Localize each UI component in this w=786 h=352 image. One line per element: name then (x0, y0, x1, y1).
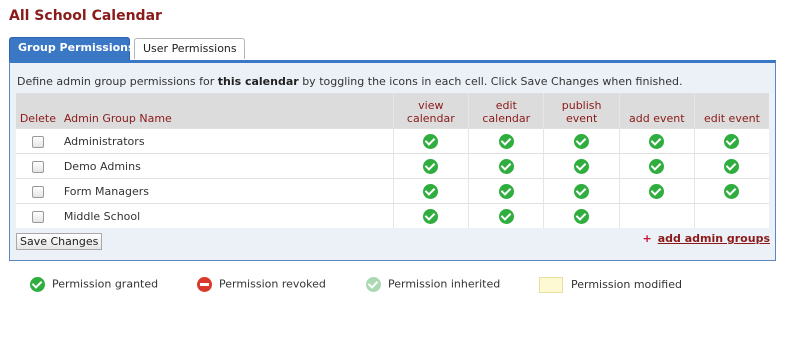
delete-cell (16, 153, 60, 179)
table-header-row: Delete Admin Group Name view calendar edi… (16, 93, 769, 129)
check-circle-icon[interactable] (724, 133, 740, 149)
legend-granted: Permission granted (30, 277, 158, 292)
check-circle-icon[interactable] (423, 183, 439, 199)
delete-checkbox[interactable] (31, 135, 44, 148)
permission-cell[interactable] (618, 128, 695, 154)
group-name: Form Managers (59, 178, 394, 204)
check-circle-icon[interactable] (574, 158, 590, 174)
page-title: All School Calendar (9, 8, 162, 24)
permission-cell[interactable] (693, 203, 769, 228)
check-circle-icon[interactable] (498, 133, 514, 149)
permission-cell[interactable] (543, 153, 620, 179)
group-name: Demo Admins (59, 153, 394, 179)
permission-cell[interactable] (693, 178, 769, 204)
instructions-text: Define admin group permissions for this … (17, 75, 683, 88)
group-name: Administrators (59, 128, 394, 154)
modified-swatch (539, 277, 563, 293)
legend-revoked: Permission revoked (197, 277, 326, 292)
check-circle-icon[interactable] (423, 158, 439, 174)
plus-icon: + (642, 232, 652, 245)
permission-cell[interactable] (468, 128, 544, 154)
permission-cell[interactable] (392, 128, 469, 154)
permission-cell[interactable] (468, 153, 544, 179)
check-circle-icon[interactable] (724, 158, 740, 174)
permission-cell[interactable] (543, 203, 620, 228)
header-edit-event: edit event (693, 93, 769, 129)
check-circle-icon[interactable] (649, 133, 665, 149)
minus-circle-icon (197, 277, 212, 292)
permission-cell[interactable] (468, 203, 544, 228)
add-admin-groups-link[interactable]: + add admin groups (642, 232, 770, 245)
group-name: Middle School (59, 203, 394, 228)
check-circle-icon[interactable] (724, 183, 740, 199)
permission-cell[interactable] (618, 153, 695, 179)
legend-inherited: Permission inherited (366, 277, 500, 292)
check-circle-icon[interactable] (423, 133, 439, 149)
permission-cell[interactable] (392, 203, 469, 228)
check-circle-icon (30, 277, 45, 292)
delete-cell (16, 178, 60, 204)
table-row: Form Managers (16, 178, 769, 204)
permission-cell[interactable] (543, 178, 620, 204)
header-view-calendar: view calendar (392, 93, 469, 129)
check-circle-icon[interactable] (649, 183, 665, 199)
tab-group-permissions[interactable]: Group Permissions (9, 37, 135, 61)
check-circle-icon[interactable] (498, 158, 514, 174)
check-circle-icon[interactable] (498, 183, 514, 199)
permissions-panel: Define admin group permissions for this … (9, 60, 776, 261)
delete-cell (16, 128, 60, 154)
delete-checkbox[interactable] (31, 185, 44, 198)
delete-cell (16, 203, 60, 228)
header-delete: Delete (16, 93, 60, 129)
check-circle-light-icon (366, 277, 381, 292)
permission-cell[interactable] (543, 128, 620, 154)
save-changes-button[interactable]: Save Changes (16, 233, 103, 250)
permissions-table: Delete Admin Group Name view calendar edi… (16, 93, 769, 228)
header-edit-calendar: edit calendar (468, 93, 544, 129)
table-row: Demo Admins (16, 153, 769, 179)
check-circle-icon[interactable] (498, 208, 514, 224)
permission-cell[interactable] (392, 178, 469, 204)
table-row: Middle School (16, 203, 769, 228)
permission-cell[interactable] (392, 153, 469, 179)
header-publish-event: publish event (543, 93, 620, 129)
legend-modified: Permission modified (539, 277, 682, 293)
check-circle-icon[interactable] (423, 208, 439, 224)
table-row: Administrators (16, 128, 769, 154)
header-add-event: add event (618, 93, 695, 129)
permission-cell[interactable] (468, 178, 544, 204)
tab-user-permissions[interactable]: User Permissions (134, 38, 245, 59)
header-group-name: Admin Group Name (59, 93, 394, 129)
permission-cell[interactable] (693, 128, 769, 154)
permission-cell[interactable] (693, 153, 769, 179)
permission-cell[interactable] (618, 178, 695, 204)
check-circle-icon[interactable] (574, 183, 590, 199)
delete-checkbox[interactable] (31, 160, 44, 173)
check-circle-icon[interactable] (574, 133, 590, 149)
check-circle-icon[interactable] (574, 208, 590, 224)
check-circle-icon[interactable] (649, 158, 665, 174)
delete-checkbox[interactable] (31, 210, 44, 223)
permission-cell[interactable] (618, 203, 695, 228)
